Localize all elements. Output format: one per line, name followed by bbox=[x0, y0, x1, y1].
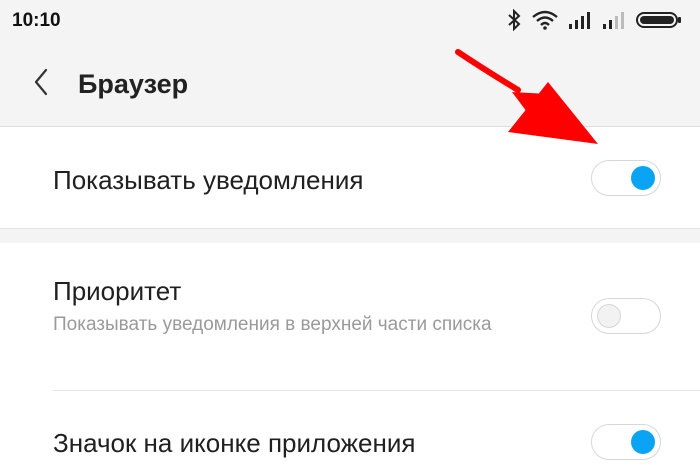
signal-icon-2 bbox=[603, 12, 624, 29]
setting-row-show-notifications[interactable]: Показывать уведомления bbox=[0, 127, 700, 228]
wifi-icon bbox=[532, 10, 558, 30]
status-time: 10:10 bbox=[12, 10, 61, 31]
chevron-left-icon bbox=[34, 68, 48, 96]
page-title: Браузер bbox=[78, 69, 189, 99]
battery-icon bbox=[636, 12, 681, 28]
show-notifications-toggle[interactable] bbox=[591, 160, 661, 196]
priority-toggle[interactable] bbox=[591, 298, 661, 334]
setting-title: Значок на иконке приложения bbox=[53, 428, 416, 458]
setting-title: Приоритет bbox=[53, 276, 182, 306]
setting-row-priority[interactable]: Приоритет Показывать уведомления в верхн… bbox=[0, 243, 700, 390]
toolbar: Браузер bbox=[0, 42, 700, 127]
setting-subtitle: Показывать уведомления в верхней части с… bbox=[53, 314, 492, 335]
app-icon-badge-toggle[interactable] bbox=[591, 424, 661, 460]
toggle-knob bbox=[631, 430, 655, 454]
bluetooth-icon bbox=[508, 9, 521, 31]
back-button[interactable] bbox=[24, 62, 64, 102]
setting-title: Показывать уведомления bbox=[53, 165, 364, 195]
signal-icon bbox=[569, 12, 590, 29]
status-bar: 10:10 bbox=[0, 0, 700, 42]
toggle-knob bbox=[597, 304, 621, 328]
setting-row-app-icon-badge[interactable]: Значок на иконке приложения bbox=[0, 391, 700, 467]
section-gap bbox=[0, 228, 700, 244]
status-icons bbox=[506, 9, 686, 31]
toggle-knob bbox=[631, 166, 655, 190]
